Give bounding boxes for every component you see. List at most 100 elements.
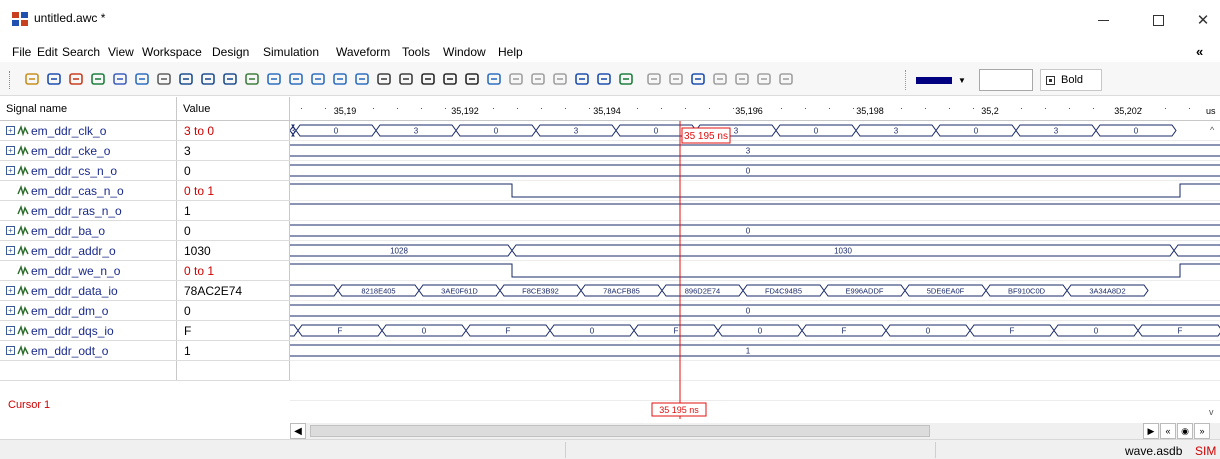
menu-workspace[interactable]: Workspace <box>142 45 202 59</box>
signal-icon <box>17 225 29 236</box>
hex-icon[interactable] <box>596 71 612 87</box>
signal-name-cell[interactable]: + em_ddr_clk_o <box>0 121 177 140</box>
signal-name-cell[interactable]: em_ddr_we_n_o <box>0 261 177 280</box>
edge-rising-icon[interactable] <box>486 71 502 87</box>
delete-icon[interactable] <box>756 71 772 87</box>
scroll-thumb[interactable] <box>310 425 930 437</box>
expand-icon[interactable]: + <box>6 306 15 315</box>
zoom-range-icon[interactable] <box>332 71 348 87</box>
signal-name-cell[interactable]: + em_ddr_dm_o <box>0 301 177 320</box>
print-icon[interactable] <box>712 71 728 87</box>
export-icon[interactable] <box>668 71 684 87</box>
menu-waveform[interactable]: Waveform <box>336 45 390 59</box>
maximize-button[interactable] <box>1135 6 1181 34</box>
signal-row[interactable]: + em_ddr_clk_o 3 to 0 <box>0 121 290 141</box>
scroll-controls: ▶ « ◉ » <box>1142 423 1210 439</box>
expand-icon[interactable]: + <box>6 286 15 295</box>
size-input[interactable] <box>979 69 1033 91</box>
close-button[interactable]: ✕ <box>1180 6 1220 34</box>
bold-toggle[interactable]: Bold <box>1040 69 1102 91</box>
expand-icon[interactable]: + <box>6 326 15 335</box>
menu-file[interactable]: File <box>12 45 31 59</box>
expand-icon[interactable]: + <box>6 146 15 155</box>
menu-help[interactable]: Help <box>498 45 523 59</box>
copy-icon[interactable] <box>244 71 260 87</box>
clock-icon[interactable] <box>68 71 84 87</box>
menu-tools[interactable]: Tools <box>402 45 430 59</box>
zoom-out-icon[interactable] <box>288 71 304 87</box>
signal-name-cell[interactable]: + em_ddr_addr_o <box>0 241 177 260</box>
signal-row[interactable]: + em_ddr_addr_o 1030 <box>0 241 290 261</box>
radix-icon[interactable] <box>618 71 634 87</box>
signal-name-cell[interactable]: + em_ddr_dqs_io <box>0 321 177 340</box>
zoom-cursor-icon[interactable] <box>354 71 370 87</box>
signal-row[interactable]: + em_ddr_cs_n_o 0 <box>0 161 290 181</box>
compare-icon[interactable] <box>690 71 706 87</box>
signal-name-cell[interactable]: + em_ddr_data_io <box>0 281 177 300</box>
chevron-collapse-icon[interactable]: « <box>1196 44 1203 59</box>
horizontal-scrollbar[interactable]: ◀ ▶ « ◉ » <box>290 423 1220 439</box>
zoom-center-icon[interactable]: ◉ <box>1177 423 1193 439</box>
signal-name-cell[interactable]: em_ddr_ras_n_o <box>0 201 177 220</box>
measure-icon[interactable] <box>156 71 172 87</box>
find-icon[interactable] <box>420 71 436 87</box>
zoom-in-icon[interactable] <box>266 71 282 87</box>
signal-name-cell[interactable]: + em_ddr_odt_o <box>0 341 177 360</box>
open-icon[interactable] <box>24 71 40 87</box>
expand-icon[interactable]: + <box>6 246 15 255</box>
next-edge-icon[interactable] <box>398 71 414 87</box>
bus-icon[interactable] <box>178 71 194 87</box>
signal-name-cell[interactable]: + em_ddr_ba_o <box>0 221 177 240</box>
menu-simulation[interactable]: Simulation <box>263 45 319 59</box>
signal-row[interactable]: em_ddr_cas_n_o 0 to 1 <box>0 181 290 201</box>
bus-split-icon[interactable] <box>200 71 216 87</box>
expand-icon[interactable]: + <box>6 166 15 175</box>
scroll-right-icon[interactable]: ▶ <box>1143 423 1159 439</box>
signal-row[interactable]: + em_ddr_dqs_io F <box>0 321 290 341</box>
signal-name-header[interactable]: Signal name <box>0 97 177 121</box>
signal-row[interactable]: em_ddr_we_n_o 0 to 1 <box>0 261 290 281</box>
menu-edit[interactable]: Edit <box>37 45 58 59</box>
zoom-in-time-icon[interactable]: » <box>1194 423 1210 439</box>
menu-search[interactable]: Search <box>62 45 100 59</box>
menu-window[interactable]: Window <box>443 45 486 59</box>
zoom-fit-icon[interactable] <box>310 71 326 87</box>
prev-edge-icon[interactable] <box>376 71 392 87</box>
signal-name-cell[interactable]: + em_ddr_cs_n_o <box>0 161 177 180</box>
expand-icon[interactable]: + <box>6 226 15 235</box>
marker-icon[interactable] <box>464 71 480 87</box>
zoom-icon[interactable] <box>134 71 150 87</box>
signal-row[interactable]: + em_ddr_ba_o 0 <box>0 221 290 241</box>
signal-name-cell[interactable]: + em_ddr_cke_o <box>0 141 177 160</box>
signal-row[interactable]: em_ddr_ras_n_o 1 <box>0 201 290 221</box>
toolbar-grip[interactable] <box>9 71 12 89</box>
zoom-out-time-icon[interactable]: « <box>1160 423 1176 439</box>
expand-icon[interactable]: + <box>6 346 15 355</box>
signal-add-icon[interactable] <box>90 71 106 87</box>
bus-merge-icon[interactable] <box>222 71 238 87</box>
analog-icon[interactable] <box>646 71 662 87</box>
edge-any-icon[interactable] <box>530 71 546 87</box>
waveform-canvas[interactable]: 35,19 35,192 35,194 35,196 35,198 35,2 35,202 u… <box>290 97 1220 423</box>
value-header[interactable]: Value <box>177 97 290 121</box>
signal-row[interactable]: + em_ddr_dm_o 0 <box>0 301 290 321</box>
signal-name-cell[interactable]: em_ddr_cas_n_o <box>0 181 177 200</box>
edge-falling-icon[interactable] <box>508 71 524 87</box>
signal-row[interactable]: + em_ddr_cke_o 3 <box>0 141 290 161</box>
save-icon[interactable] <box>46 71 62 87</box>
annotate-icon[interactable] <box>734 71 750 87</box>
find-next-icon[interactable] <box>442 71 458 87</box>
signal-row[interactable]: + em_ddr_odt_o 1 <box>0 341 290 361</box>
pointer-icon[interactable] <box>112 71 128 87</box>
menu-view[interactable]: View <box>108 45 134 59</box>
color-picker[interactable]: ▼ <box>914 69 974 91</box>
db-icon[interactable] <box>574 71 590 87</box>
scroll-left-icon[interactable]: ◀ <box>290 423 306 439</box>
menu-design[interactable]: Design <box>212 45 249 59</box>
delete-all-icon[interactable] <box>778 71 794 87</box>
signal-row[interactable]: + em_ddr_data_io 78AC2E74 <box>0 281 290 301</box>
expand-icon[interactable]: + <box>6 126 15 135</box>
minimize-button[interactable] <box>1080 6 1126 34</box>
edge-both-icon[interactable] <box>552 71 568 87</box>
cursor-row[interactable]: Cursor 1 <box>0 395 290 417</box>
